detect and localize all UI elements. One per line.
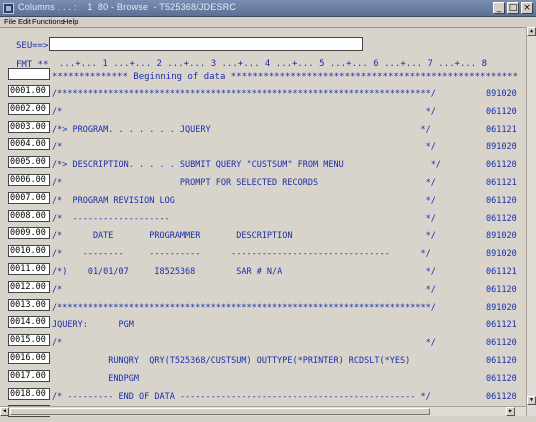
source-line: 0014.00 JQUERY: PGM 061121 [0,316,526,333]
source-line: 0013.00/********************************… [0,298,526,316]
change-date: 061120 [486,338,517,349]
maximize-button[interactable]: □ [507,2,519,14]
source-code-text: /*> DESCRIPTION. . . . . SUBMIT QUERY "C… [52,160,441,171]
sequence-number-field[interactable]: 0012.00 [8,280,50,293]
sequence-number-field[interactable]: 0008.00 [8,209,50,222]
scroll-left-icon[interactable]: ◀ [0,407,9,416]
change-date: 891020 [486,302,517,313]
window-title: Columns . . . : 1 80 - Browse - T525368/… [18,2,237,12]
source-code-text: /***************************************… [52,302,436,313]
sequence-number-field[interactable]: 0014.00 [8,316,50,329]
sequence-number-field[interactable]: 0001.00 [8,85,50,97]
sequence-number-field[interactable]: 0006.00 [8,174,50,186]
app-icon [3,3,14,14]
change-date: 061120 [486,391,517,402]
seu-command-input[interactable] [49,37,363,51]
menu-help[interactable]: Help [63,17,78,27]
source-line: 0011.00/*) 01/01/07 I8525368 SAR # N/A *… [0,263,526,280]
title-bar: Columns . . . : 1 80 - Browse - T525368/… [0,0,536,17]
column-ruler: ...+... 1 ...+... 2 ...+... 3 ...+... 4 … [59,59,488,69]
vertical-scrollbar[interactable]: ▲ ▼ [526,27,536,416]
change-date: 061120 [486,284,517,295]
source-line: 0006.00/* PROMPT FOR SELECTED RECORDS */… [0,174,526,191]
menu-file[interactable]: File [4,17,16,27]
sequence-number-field[interactable]: 0009.00 [8,227,50,240]
source-line: 0012.00/* */ 061120 [0,280,526,298]
scroll-right-icon[interactable]: ▶ [506,407,515,416]
beginning-of-data: ************** Beginning of data *******… [52,72,518,82]
source-code-text: /***************************************… [52,89,436,99]
sequence-number-field[interactable]: 0004.00 [8,138,50,151]
change-date: 891020 [486,142,517,153]
menu-bar: File Edit Functions Help [0,17,536,27]
sequence-number-field[interactable]: 0018.00 [8,387,50,400]
horizontal-scrollbar[interactable]: ◀ ▶ [0,406,526,416]
source-line: 0002.00/* */ 061120 [0,102,526,120]
change-date: 061120 [486,356,517,366]
sequence-number-field[interactable]: 0007.00 [8,191,50,204]
source-line: 0010.00/* -------- ---------- ----------… [0,245,526,262]
source-line: 0004.00/* */ 891020 [0,138,526,155]
source-line: 0015.00/* */ 061120 [0,334,526,351]
sequence-number-field[interactable]: 0013.00 [8,298,50,311]
source-line: 0005.00/*> DESCRIPTION. . . . . SUBMIT Q… [0,156,526,173]
change-date: 891020 [486,89,517,99]
change-date: 061121 [486,320,517,331]
source-line: 0016.00 RUNQRY QRY(T525368/CUSTSUM) OUTT… [0,352,526,369]
source-code-text: /* */ [52,142,436,153]
source-code-text: /* */ [52,338,436,349]
scroll-down-icon[interactable]: ▼ [527,396,536,405]
source-line: 0008.00/* ------------------- */ 061120 [0,209,526,227]
sequence-number-field[interactable]: 0003.00 [8,120,50,133]
horizontal-scroll-thumb[interactable] [10,408,430,415]
sequence-number-field[interactable]: 0010.00 [8,245,50,258]
source-code-text: /* */ [52,106,436,117]
sequence-number-field[interactable]: 0015.00 [8,334,50,347]
source-code-text: /* PROMPT FOR SELECTED RECORDS */ [52,178,436,188]
source-line: 0003.00/*> PROGRAM. . . . . . . JQUERY *… [0,120,526,138]
menu-edit[interactable]: Edit [18,17,31,27]
source-code-text: /* --------- END OF DATA ---------------… [52,391,431,402]
source-code-text: /* ------------------- */ [52,213,436,224]
change-date: 061121 [486,267,517,277]
change-date: 891020 [486,249,517,260]
sequence-number-field[interactable]: 0017.00 [8,369,50,382]
sequence-number-field[interactable]: 0005.00 [8,156,50,169]
change-date: 061120 [486,106,517,117]
change-date: 061121 [486,178,517,188]
menu-functions[interactable]: Functions [32,17,65,27]
sequence-number-field[interactable]: 0016.00 [8,352,50,364]
source-code-text: /* DATE PROGRAMMER DESCRIPTION */ [52,231,436,242]
source-code-text: /* -------- ---------- -----------------… [52,249,431,260]
sequence-number-field[interactable]: 0011.00 [8,263,50,275]
close-button[interactable]: × [521,2,533,14]
source-line: 0009.00/* DATE PROGRAMMER DESCRIPTION */… [0,227,526,244]
source-code-text: /*) 01/01/07 I8525368 SAR # N/A */ [52,267,436,277]
scroll-up-icon[interactable]: ▲ [527,27,536,36]
source-line: 0007.00/* PROGRAM REVISION LOG */ 061120 [0,191,526,209]
sequence-number-field[interactable]: 0002.00 [8,102,50,115]
minimize-button[interactable]: _ [493,2,505,14]
change-date: 061120 [486,213,517,224]
source-line: 0017.00 ENDPGM 061120 [0,369,526,387]
source-line: 0018.00/* --------- END OF DATA --------… [0,387,526,405]
source-code-text: JQUERY: PGM [52,320,134,331]
source-code-text: ENDPGM [52,373,139,384]
seu-label: SEU==> [16,41,49,51]
fmt-input[interactable] [8,68,50,80]
change-date: 061120 [486,160,517,171]
source-code-text: /* */ [52,284,436,295]
source-code-text: RUNQRY QRY(T525368/CUSTSUM) OUTTYPE(*PRI… [52,356,411,366]
change-date: 061120 [486,195,517,206]
change-date: 891020 [486,231,517,242]
source-code-text: /* PROGRAM REVISION LOG */ [52,195,436,206]
source-line: 0001.00/********************************… [0,85,526,102]
change-date: 061121 [486,124,517,135]
source-code-text: /*> PROGRAM. . . . . . . JQUERY */ [52,124,431,135]
change-date: 061120 [486,373,517,384]
